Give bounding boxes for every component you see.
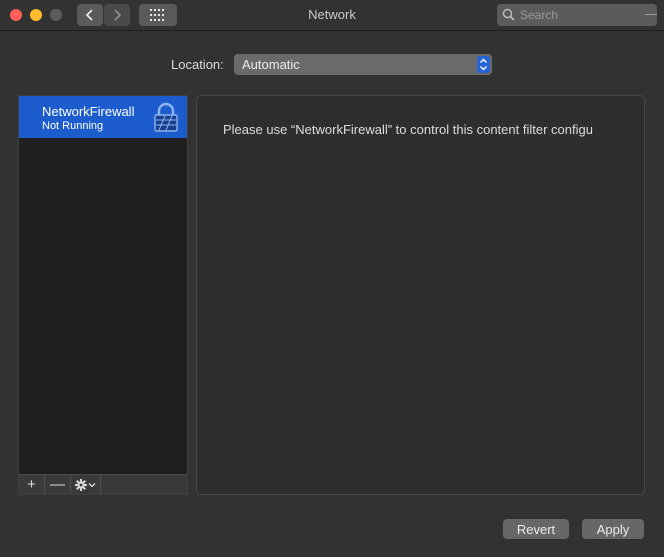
- detail-pane: Please use “NetworkFirewall” to control …: [196, 95, 645, 495]
- gear-icon: [74, 478, 95, 491]
- service-list[interactable]: NetworkFirewall Not Running + —: [18, 95, 188, 495]
- search-field[interactable]: Search: [497, 4, 657, 26]
- search-placeholder: Search: [520, 8, 559, 22]
- chevron-down-icon: [88, 482, 95, 487]
- lock-icon: [154, 102, 178, 132]
- service-list-toolbar: + —: [19, 474, 187, 494]
- location-popup[interactable]: Automatic: [234, 54, 492, 75]
- service-status: Not Running: [42, 120, 104, 132]
- service-item-networkfirewall[interactable]: NetworkFirewall Not Running: [19, 96, 187, 138]
- popup-arrows-icon: [477, 56, 490, 73]
- service-name: NetworkFirewall: [42, 104, 135, 119]
- action-menu-button[interactable]: [71, 475, 101, 494]
- revert-button[interactable]: Revert: [503, 519, 569, 539]
- apply-button[interactable]: Apply: [582, 519, 644, 539]
- title-bar: Network Search: [0, 0, 664, 31]
- location-label: Location:: [171, 57, 224, 72]
- search-field-edge: [645, 14, 657, 15]
- remove-service-button[interactable]: —: [45, 475, 71, 494]
- search-icon: [502, 8, 515, 21]
- add-service-button[interactable]: +: [19, 475, 45, 494]
- location-value: Automatic: [242, 57, 300, 72]
- content-filter-message: Please use “NetworkFirewall” to control …: [223, 122, 593, 137]
